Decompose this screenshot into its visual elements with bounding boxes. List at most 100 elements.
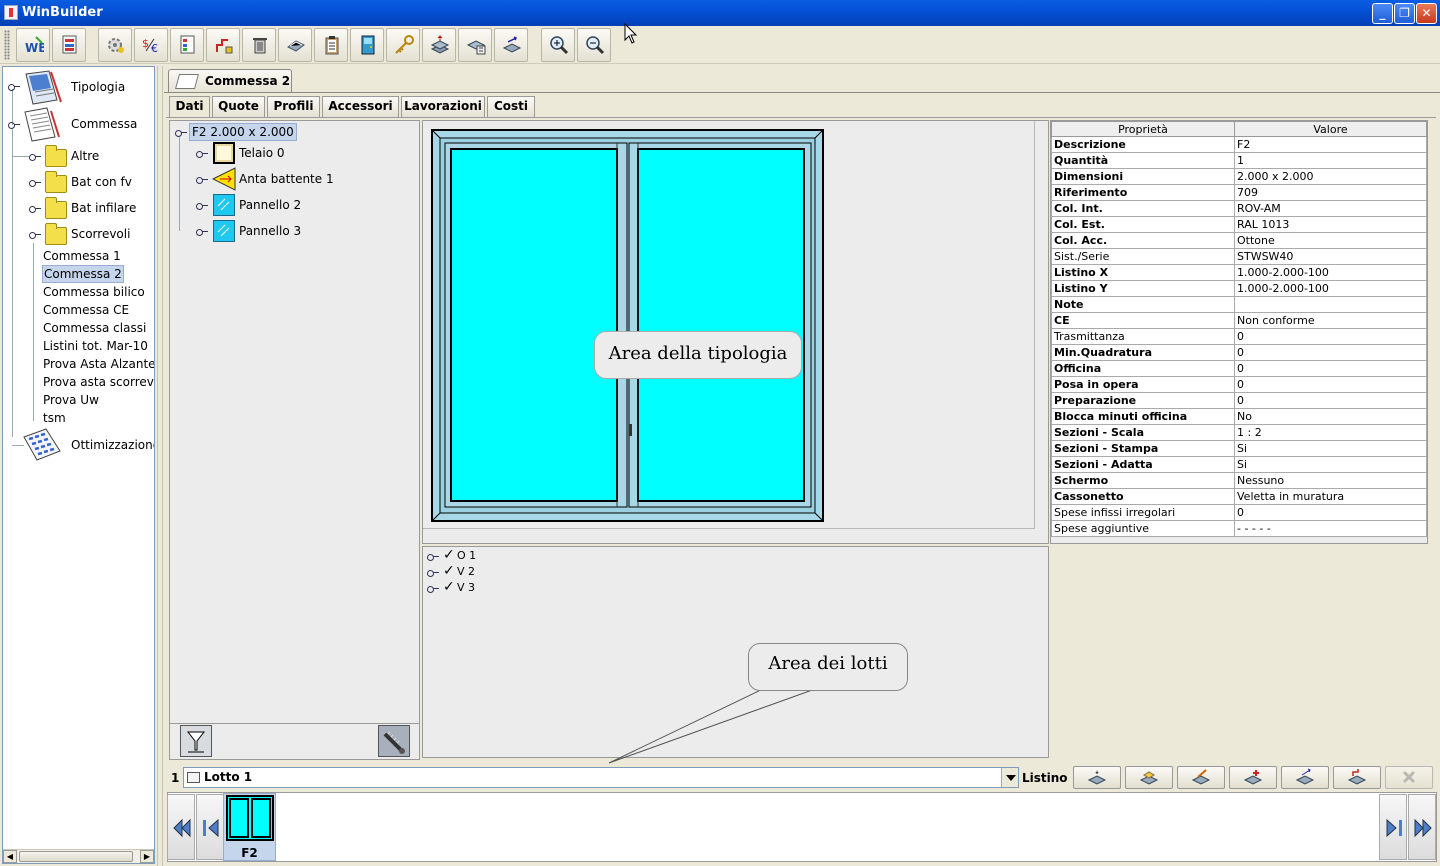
- settings-button[interactable]: [98, 28, 132, 62]
- property-value[interactable]: STWSW40: [1234, 248, 1427, 265]
- tree-pannello-3[interactable]: Pannello 3: [239, 222, 301, 240]
- property-value[interactable]: Si: [1234, 456, 1427, 473]
- door-button[interactable]: [350, 28, 384, 62]
- lot-tool-button-5[interactable]: [1281, 766, 1329, 789]
- property-row[interactable]: Schermo Nessuno: [1051, 472, 1427, 489]
- expand-handle[interactable]: [29, 204, 41, 213]
- tree-telaio-0[interactable]: Telaio 0: [239, 144, 285, 162]
- expand-handle[interactable]: [175, 128, 187, 137]
- scroll-left-arrow[interactable]: ◀: [3, 850, 17, 863]
- property-value[interactable]: Veletta in muratura: [1234, 488, 1427, 505]
- lot-tool-button-4[interactable]: [1229, 766, 1277, 789]
- property-row[interactable]: CE Non conforme: [1051, 312, 1427, 329]
- close-button[interactable]: ✕: [1416, 3, 1437, 24]
- tree-item-listini[interactable]: Listini tot. Mar-10: [43, 337, 148, 355]
- header-proprieta[interactable]: Proprietà: [1051, 121, 1235, 137]
- tree-item-prova-asta-alzante[interactable]: Prova Asta Alzante: [43, 355, 154, 373]
- property-value[interactable]: - - - - -: [1234, 520, 1427, 537]
- scroll-thumb[interactable]: [19, 851, 133, 862]
- lot-tool-button-3[interactable]: [1177, 766, 1225, 789]
- horizontal-scrollbar[interactable]: ◀ ▶: [3, 849, 154, 863]
- tab-costi[interactable]: Costi: [487, 96, 535, 117]
- lot-delete-button[interactable]: [1385, 766, 1433, 789]
- property-row[interactable]: Col. Int. ROV-AM: [1051, 200, 1427, 217]
- clipboard-button[interactable]: [314, 28, 348, 62]
- report-button[interactable]: [52, 28, 86, 62]
- property-row[interactable]: Riferimento 709: [1051, 184, 1427, 201]
- minimize-button[interactable]: _: [1372, 3, 1393, 24]
- lot-tool-button-2[interactable]: [1125, 766, 1173, 789]
- property-value[interactable]: Nessuno: [1234, 472, 1427, 489]
- price-convert-button[interactable]: $ €: [134, 28, 168, 62]
- tree-folder-scorrevoli[interactable]: Scorrevoli: [71, 225, 130, 243]
- lot-tool-button-1[interactable]: [1073, 766, 1121, 789]
- property-row[interactable]: Officina 0: [1051, 360, 1427, 377]
- next-page-button[interactable]: [1379, 794, 1407, 860]
- doc-list-button[interactable]: [170, 28, 204, 62]
- tree-tipologia[interactable]: Tipologia: [71, 78, 125, 96]
- property-row[interactable]: Blocca minuti officina No: [1051, 408, 1427, 425]
- print-button[interactable]: [278, 28, 312, 62]
- property-row[interactable]: Listino X 1.000-2.000-100: [1051, 264, 1427, 281]
- expand-handle[interactable]: [8, 82, 20, 91]
- property-row[interactable]: Note: [1051, 296, 1427, 313]
- property-value[interactable]: ROV-AM: [1234, 200, 1427, 217]
- transfer-button[interactable]: [494, 28, 528, 62]
- property-row[interactable]: Listino Y 1.000-2.000-100: [1051, 280, 1427, 297]
- tab-quote[interactable]: Quote: [212, 96, 265, 117]
- property-value[interactable]: 0: [1234, 360, 1427, 377]
- last-page-button[interactable]: [1408, 794, 1436, 860]
- property-row[interactable]: Cassonetto Veletta in muratura: [1051, 488, 1427, 505]
- property-row[interactable]: Col. Est. RAL 1013: [1051, 216, 1427, 233]
- property-value[interactable]: 0: [1234, 392, 1427, 409]
- property-value[interactable]: RAL 1013: [1234, 216, 1427, 233]
- property-row[interactable]: Quantità 1: [1051, 152, 1427, 169]
- header-valore[interactable]: Valore: [1234, 121, 1427, 137]
- chevron-down-icon[interactable]: [1001, 768, 1018, 787]
- expand-handle[interactable]: [29, 230, 41, 239]
- zoom-out-button[interactable]: [577, 28, 611, 62]
- tree-folder-bat-con-fv[interactable]: Bat con fv: [71, 173, 132, 191]
- property-value[interactable]: 1.000-2.000-100: [1234, 280, 1427, 297]
- property-row[interactable]: Sezioni - Scala 1 : 2: [1051, 424, 1427, 441]
- tree-ottimizzazione[interactable]: Ottimizzazione: [71, 436, 154, 454]
- restore-button[interactable]: ❐: [1394, 3, 1415, 24]
- tree-item-tsm[interactable]: tsm: [43, 409, 66, 427]
- screw-tool-button[interactable]: [378, 725, 410, 757]
- window-drawing[interactable]: [431, 129, 825, 523]
- tree-folder-bat-infilare[interactable]: Bat infilare: [71, 199, 136, 217]
- expand-handle[interactable]: [8, 120, 20, 129]
- document-tab-commessa-2[interactable]: Commessa 2: [168, 69, 292, 93]
- expand-handle[interactable]: [427, 552, 439, 561]
- tree-commessa[interactable]: Commessa: [71, 115, 137, 133]
- property-value[interactable]: No: [1234, 408, 1427, 425]
- tree-item-prova-asta-scorrevole[interactable]: Prova asta scorrevol: [43, 373, 154, 391]
- lot-item-v3[interactable]: V 3: [457, 579, 475, 597]
- property-row[interactable]: Trasmittanza 0: [1051, 328, 1427, 345]
- expand-handle[interactable]: [196, 227, 208, 236]
- property-row[interactable]: Spese infissi irregolari 0: [1051, 504, 1427, 521]
- expand-handle[interactable]: [427, 568, 439, 577]
- property-row[interactable]: Sezioni - Stampa Si: [1051, 440, 1427, 457]
- expand-handle[interactable]: [29, 152, 41, 161]
- property-row[interactable]: Min.Quadratura 0: [1051, 344, 1427, 361]
- stack-button[interactable]: [422, 28, 456, 62]
- property-value[interactable]: Ottone: [1234, 232, 1427, 249]
- winbuilder-button[interactable]: WB: [16, 28, 50, 62]
- tab-dati[interactable]: Dati: [169, 96, 210, 118]
- tab-lavorazioni[interactable]: Lavorazioni: [401, 96, 485, 117]
- expand-handle[interactable]: [29, 178, 41, 187]
- tree-anta-battente-1[interactable]: Anta battente 1: [239, 170, 334, 188]
- scroll-right-arrow[interactable]: ▶: [140, 850, 154, 863]
- first-page-button[interactable]: [167, 794, 195, 860]
- tree-item-commessa-ce[interactable]: Commessa CE: [43, 301, 129, 319]
- tab-profili[interactable]: Profili: [267, 96, 320, 117]
- property-value[interactable]: [1234, 296, 1427, 313]
- calc-button[interactable]: [458, 28, 492, 62]
- tree-folder-altre[interactable]: Altre: [71, 147, 99, 165]
- delete-button[interactable]: [242, 28, 276, 62]
- property-row[interactable]: Col. Acc. Ottone: [1051, 232, 1427, 249]
- expand-handle[interactable]: [196, 149, 208, 158]
- tree-item-commessa-2[interactable]: Commessa 2: [42, 265, 124, 283]
- zoom-in-button[interactable]: [541, 28, 575, 62]
